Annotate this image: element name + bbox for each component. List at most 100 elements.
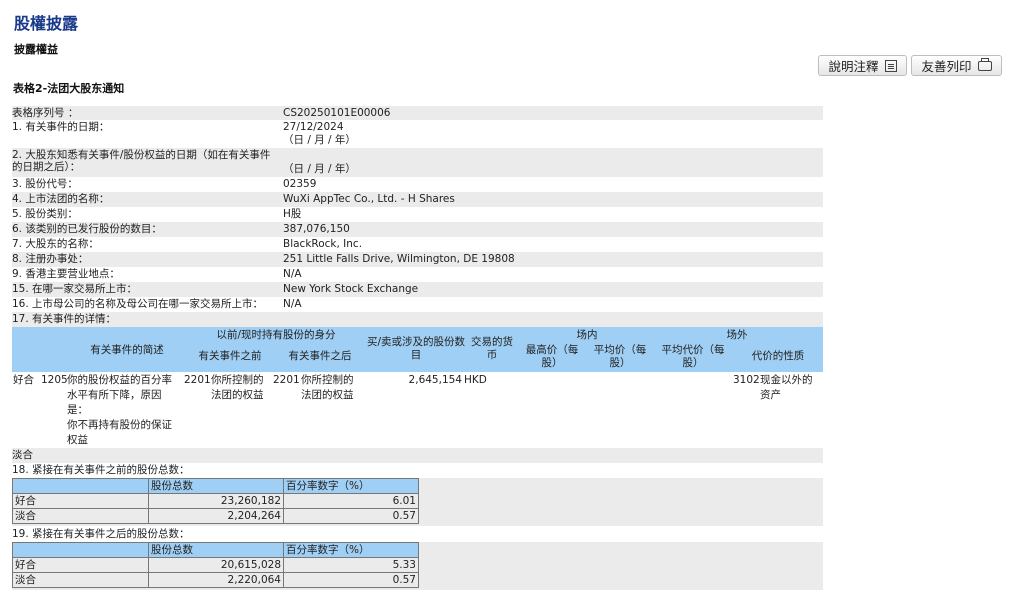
- field-label: 1. 有关事件的日期：: [12, 121, 110, 133]
- event-before-desc: 你所控制的法团的权益: [211, 374, 264, 401]
- event-after-desc: 你所控制的法团的权益: [301, 374, 354, 401]
- table-row: 好合 20,615,028 5.33: [12, 557, 419, 573]
- header-avg-consideration: 平均代价（每股）: [661, 344, 725, 369]
- field-label: 15. 在哪一家交易所上市：: [12, 283, 138, 295]
- field-value-format: （日 / 月 / 年）: [283, 163, 356, 175]
- field-row: 5. 股份类别： H股: [12, 207, 823, 222]
- page-title: 股權披露: [14, 14, 79, 33]
- row-shares: 23,260,182: [148, 493, 284, 509]
- row-pct: 5.33: [283, 557, 419, 573]
- field-label: 3. 股份代号：: [12, 178, 78, 190]
- event-after-code: 2201: [273, 374, 300, 386]
- print-button[interactable]: 友善列印: [911, 55, 1002, 76]
- field-row: 2. 大股东知悉有关事件/股份权益的日期（如在有关事件的日期之后）： （日 / …: [12, 148, 823, 177]
- field-value: 27/12/2024: [283, 121, 344, 133]
- header-off-exchange: 场外: [726, 329, 748, 341]
- row-type: 好合: [12, 493, 149, 509]
- table-header-shares: 股份总数: [148, 542, 284, 558]
- header-capacity-group: 以前/现时持有股份的身分: [216, 329, 336, 341]
- field-label: 7. 大股东的名称：: [12, 238, 99, 250]
- notes-button-label: 說明注釋: [828, 59, 879, 74]
- field-value: CS20250101E00006: [283, 107, 391, 119]
- header-shares: 买/卖或涉及的股份数目: [366, 336, 466, 361]
- section-18-table: 股份总数 百分率数字（%） 好合 23,260,182 6.01 淡合 2,20…: [12, 478, 419, 524]
- header-consideration-nature: 代价的性质: [751, 350, 805, 362]
- field-row: 3. 股份代号： 02359: [12, 177, 823, 192]
- printer-icon: [977, 57, 992, 71]
- event-currency: HKD: [464, 374, 487, 386]
- event-consideration: 现金以外的资产: [760, 374, 813, 401]
- field-value: N/A: [283, 298, 302, 310]
- field-value: H股: [283, 208, 302, 220]
- table-header-pct: 百分率数字（%）: [283, 478, 419, 494]
- header-highest-price: 最高价（每股）: [525, 344, 579, 369]
- section-19-table: 股份总数 百分率数字（%） 好合 20,615,028 5.33 淡合 2,22…: [12, 542, 419, 588]
- event-table-header: 有关事件的简述 以前/现时持有股份的身分 有关事件之前 有关事件之后 买/卖或涉…: [12, 327, 823, 372]
- row-pct: 6.01: [283, 493, 419, 509]
- event-summary-detail: 你不再持有股份的保证权益: [67, 419, 172, 446]
- row-type: 淡合: [12, 572, 149, 588]
- section-19-label: 19. 紧接在有关事件之后的股份总数：: [12, 528, 190, 540]
- field-label: 16. 上市母公司的名称及母公司在哪一家交易所上市：: [12, 298, 264, 310]
- row-pct: 0.57: [283, 508, 419, 524]
- event-before-code: 2201: [184, 374, 211, 386]
- section-19-row: 19. 紧接在有关事件之后的股份总数：: [12, 527, 823, 542]
- field-row: 16. 上市母公司的名称及母公司在哪一家交易所上市： N/A: [12, 297, 823, 312]
- header-event-summary: 有关事件的简述: [90, 344, 164, 356]
- short-position-label: 淡合: [12, 449, 33, 461]
- header-currency: 交易的货币: [471, 336, 513, 361]
- field-value: 02359: [283, 178, 317, 190]
- field-row: 9. 香港主要营业地点： N/A: [12, 267, 823, 282]
- field-value: 387,076,150: [283, 223, 350, 235]
- page-subtitle: 披露權益: [14, 43, 58, 56]
- section-18-label: 18. 紧接在有关事件之前的股份总数：: [12, 464, 190, 476]
- field-label: 5. 股份类别：: [12, 208, 78, 220]
- event-summary: 你的股份权益的百分率水平有所下降，原因是：: [67, 374, 172, 416]
- header-average-price: 平均价（每股）: [593, 344, 647, 369]
- field-label: 2. 大股东知悉有关事件/股份权益的日期（如在有关事件的日期之后）：: [12, 149, 271, 173]
- header-before: 有关事件之前: [198, 350, 262, 362]
- field-value: N/A: [283, 268, 302, 280]
- field-label: 17. 有关事件的详情：: [12, 313, 117, 325]
- event-position: 好合: [13, 374, 34, 386]
- table-row: 淡合 2,204,264 0.57: [12, 508, 419, 524]
- field-row: 6. 该类别的已发行股份的数目： 387,076,150: [12, 222, 823, 237]
- field-label: 8. 注册办事处：: [12, 253, 89, 265]
- field-row: 4. 上市法团的名称： WuXi AppTec Co., Ltd. - H Sh…: [12, 192, 823, 207]
- row-type: 淡合: [12, 508, 149, 524]
- table-row: 好合 23,260,182 6.01: [12, 493, 419, 509]
- event-code: 1205: [41, 374, 68, 386]
- table-header-pct: 百分率数字（%）: [283, 542, 419, 558]
- row-type: 好合: [12, 557, 149, 573]
- print-button-label: 友善列印: [921, 59, 972, 74]
- row-shares: 2,220,064: [148, 572, 284, 588]
- field-label: 表格序列号 ：: [12, 107, 79, 119]
- field-value-format: （日 / 月 / 年）: [283, 134, 356, 146]
- field-row: 8. 注册办事处： 251 Little Falls Drive, Wilmin…: [12, 252, 823, 267]
- table-row: 淡合 2,220,064 0.57: [12, 572, 419, 588]
- row-shares: 2,204,264: [148, 508, 284, 524]
- field-row: 表格序列号 ： CS20250101E00006: [12, 106, 823, 120]
- header-on-exchange: 场内: [576, 329, 598, 341]
- event-shares: 2,645,154: [408, 374, 462, 386]
- table-header-blank: [12, 542, 149, 558]
- document-icon: [884, 59, 897, 72]
- table-header-shares: 股份总数: [148, 478, 284, 494]
- event-off-code: 3102: [733, 374, 760, 386]
- table-header-row: 股份总数 百分率数字（%）: [12, 478, 419, 494]
- field-row: 7. 大股东的名称： BlackRock, Inc.: [12, 237, 823, 252]
- field-value: BlackRock, Inc.: [283, 238, 363, 250]
- row-pct: 0.57: [283, 572, 419, 588]
- field-value: WuXi AppTec Co., Ltd. - H Shares: [283, 193, 455, 205]
- form-title: 表格2-法团大股东通知: [13, 82, 125, 95]
- field-row: 17. 有关事件的详情：: [12, 312, 823, 327]
- row-shares: 20,615,028: [148, 557, 284, 573]
- field-value: New York Stock Exchange: [283, 283, 419, 295]
- field-row: 15. 在哪一家交易所上市： New York Stock Exchange: [12, 282, 823, 297]
- header-after: 有关事件之后: [288, 350, 352, 362]
- field-label: 6. 该类别的已发行股份的数目：: [12, 223, 162, 235]
- notes-button[interactable]: 說明注釋: [818, 55, 907, 76]
- field-value: 251 Little Falls Drive, Wilmington, DE 1…: [283, 253, 515, 265]
- table-header-blank: [12, 478, 149, 494]
- field-label: 4. 上市法团的名称：: [12, 193, 110, 205]
